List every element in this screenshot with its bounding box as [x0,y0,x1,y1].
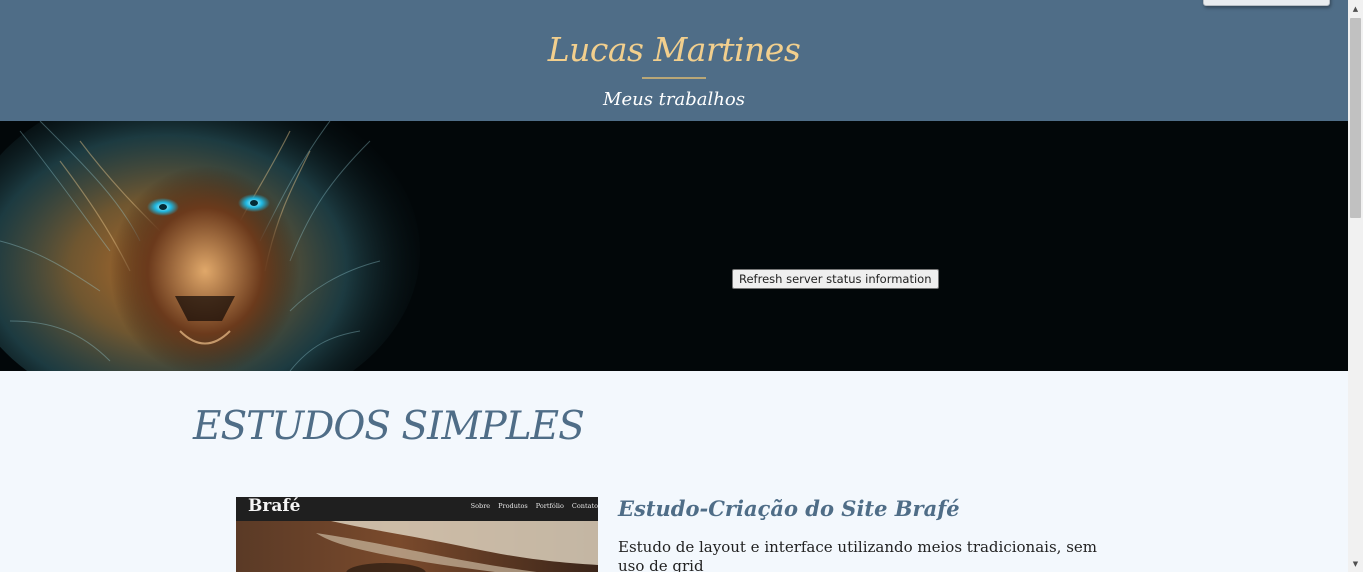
scrollbar-thumb[interactable] [1350,18,1361,218]
page-viewport: Lucas Martines Meus trabalhos Refresh se… [0,0,1348,572]
site-title: Lucas Martines [547,30,801,69]
thumbnail-photo [236,521,598,572]
scroll-down-arrow-icon[interactable]: ▼ [1348,555,1363,572]
refresh-server-status-button[interactable]: Refresh server status information [732,269,939,289]
thumbnail-logo: Brafé [248,497,301,516]
vertical-scrollbar[interactable]: ▲ ▼ [1348,0,1363,572]
thumbnail-navbar: Brafé Sobre Produtos Portfólio Contato [236,497,598,521]
thumbnail-nav: Sobre Produtos Portfólio Contato [471,502,598,510]
thumbnail-nav-item: Produtos [498,502,528,510]
hero-banner [0,121,1348,371]
scroll-up-arrow-icon[interactable]: ▲ [1348,0,1363,17]
lion-artwork-image [0,121,420,371]
top-right-tab[interactable] [1203,0,1330,6]
thumbnail-nav-item: Sobre [470,502,491,510]
site-header: Lucas Martines Meus trabalhos [0,0,1348,121]
thumbnail-nav-item: Contato [571,502,598,510]
project-thumbnail[interactable]: Brafé Sobre Produtos Portfólio Contato [236,497,598,572]
section-title: ESTUDOS SIMPLES [193,404,585,449]
title-divider [642,77,706,79]
project-title[interactable]: Estudo-Criação do Site Brafé [618,493,960,525]
project-description: Estudo de layout e interface utilizando … [618,538,1097,572]
site-subtitle: Meus trabalhos [603,89,745,110]
thumbnail-nav-item: Portfólio [535,502,564,510]
